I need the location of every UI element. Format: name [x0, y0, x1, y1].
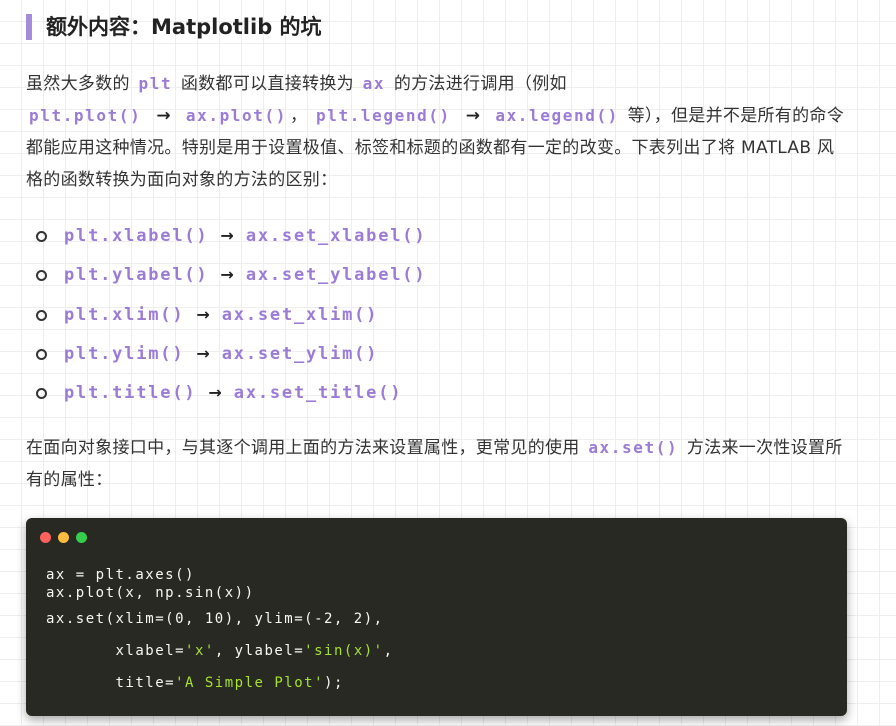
circle-bullet-icon [36, 309, 47, 321]
right-arrow-icon: → [156, 106, 171, 126]
plt-function: plt.title() [64, 383, 197, 404]
inline-code: ax.legend() [495, 106, 619, 125]
list-item: plt.title() → ax.set_title() [34, 374, 426, 413]
code-token: , ylabel= [214, 643, 305, 659]
list-item: plt.ylabel() → ax.set_ylabel() [34, 256, 426, 295]
circle-bullet-icon [36, 388, 47, 400]
ax-method: ax.set_ylabel() [245, 265, 427, 286]
text: 虽然大多数的 [26, 74, 136, 94]
code-string: 'A Simple Plot' [175, 675, 325, 691]
list-item: plt.xlabel() → ax.set_xlabel() [34, 217, 426, 256]
right-arrow-icon: → [220, 265, 234, 285]
inline-code: plt.plot() [29, 106, 142, 125]
code-line: ax = plt.axes() [46, 567, 195, 583]
circle-bullet-icon [36, 348, 47, 360]
code-token: , [383, 643, 394, 659]
ax-method: ax.set_xlabel() [245, 226, 427, 246]
inline-code: ax.plot() [185, 106, 287, 125]
code-token: title= [46, 675, 176, 691]
section-heading: 额外内容：Matplotlib 的坑 [26, 14, 322, 40]
right-arrow-icon: → [465, 106, 481, 126]
inline-code: ax.set() [588, 438, 679, 457]
right-arrow-icon: → [196, 343, 210, 363]
code-string: 'x' [185, 643, 215, 659]
inline-code: ax [362, 74, 386, 93]
inline-code: plt.legend() [316, 106, 451, 125]
window-controls [40, 532, 87, 543]
code-line: xlabel='x', ylabel='sin(x)', [46, 642, 394, 660]
conversion-list: plt.xlabel() → ax.set_xlabel() plt.ylabel(… [34, 217, 426, 413]
code-line: title='A Simple Plot'); [46, 674, 394, 692]
plt-function: plt.xlim() [64, 304, 185, 325]
right-arrow-icon: → [220, 226, 234, 245]
code-line: ax.set(xlim=(0, 10), ylim=(-2, 2), [46, 611, 384, 627]
text: 在面向对象接口中，与其逐个调用上面的方法来设置属性，更常见的使用 [26, 438, 586, 458]
ax-method: ax.set_xlim() [221, 304, 379, 325]
plt-function: plt.xlabel() [64, 226, 209, 246]
code-content: ax = plt.axes() ax.plot(x, np.sin(x)) ax… [46, 566, 394, 692]
code-token: ); [324, 675, 344, 691]
ax-method: ax.set_ylim() [221, 343, 379, 364]
text: 的方法进行调用（例如 [388, 74, 567, 94]
summary-paragraph: 在面向对象接口中，与其逐个调用上面的方法来设置属性，更常见的使用 ax.set(… [26, 432, 846, 496]
text: 函数都可以直接转换为 [175, 74, 360, 94]
right-arrow-icon: → [208, 383, 222, 403]
inline-code: plt [138, 74, 173, 93]
code-string: 'sin(x)' [304, 643, 384, 659]
text: ， [289, 106, 313, 126]
minimize-dot-icon [58, 532, 69, 543]
ax-method: ax.set_title() [233, 383, 403, 404]
plt-function: plt.ylabel() [64, 265, 209, 286]
code-token: xlabel= [46, 643, 186, 659]
code-line: ax.plot(x, np.sin(x)) [46, 585, 255, 601]
list-item: plt.xlim() → ax.set_xlim() [34, 296, 426, 335]
code-block[interactable]: ax = plt.axes() ax.plot(x, np.sin(x)) ax… [26, 518, 847, 716]
intro-paragraph: 虽然大多数的 plt 函数都可以直接转换为 ax 的方法进行调用（例如 plt.… [26, 68, 846, 196]
maximize-dot-icon [76, 532, 87, 543]
right-arrow-icon: → [196, 304, 210, 324]
plt-function: plt.ylim() [64, 343, 185, 364]
circle-bullet-icon [36, 231, 47, 242]
close-dot-icon [40, 532, 51, 543]
list-item: plt.ylim() → ax.set_ylim() [34, 335, 426, 374]
circle-bullet-icon [36, 270, 47, 282]
